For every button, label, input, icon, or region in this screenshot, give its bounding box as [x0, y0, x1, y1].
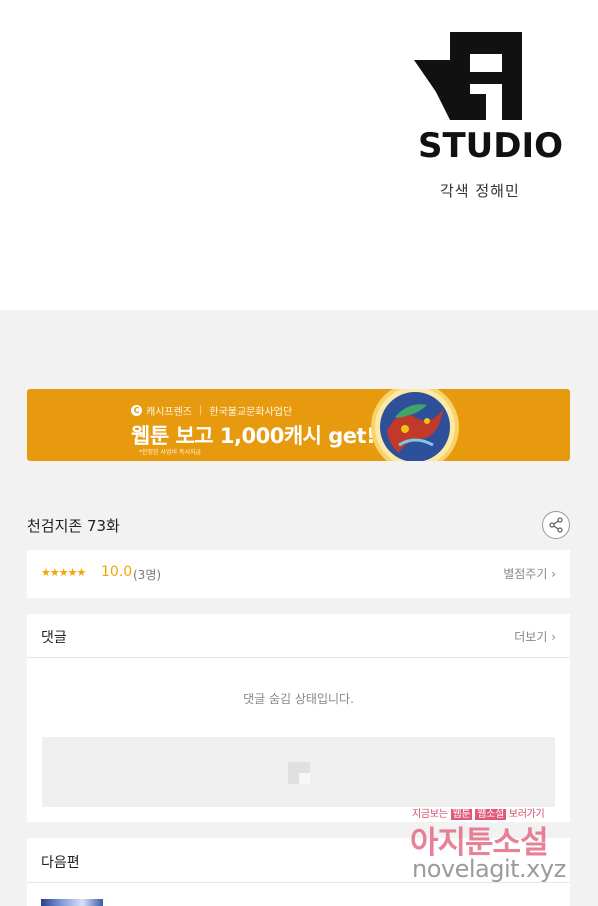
cash-friends-icon: C [131, 405, 142, 416]
banner-partner: 한국불교문화사업단 [209, 407, 293, 418]
rate-button[interactable]: 별점주기 › [503, 565, 556, 582]
studio-logo-text: STUDIO [418, 126, 564, 166]
episode-title-row: 천검지존 73화 [27, 510, 570, 540]
adaptation-credit: 각색 정해민 [440, 182, 520, 200]
rating-score: 10.0 [101, 564, 133, 580]
episode-end-artwork: STUDIO 각색 정해민 [0, 0, 598, 310]
image-placeholder-icon [288, 762, 310, 784]
share-button[interactable] [542, 511, 570, 539]
banner-brand-row: C 캐시프렌즈 | 한국불교문화사업단 [131, 403, 292, 418]
episode-title: 천검지존 73화 [27, 517, 120, 535]
rating-card: ★★★★★ 10.0 (3명) 별점주기 › [27, 550, 570, 598]
comments-header: 댓글 더보기 › [27, 614, 570, 658]
rating-count: (3명) [133, 568, 162, 582]
comments-more-link[interactable]: 더보기 › [514, 628, 556, 645]
banner-headline: 웹툰 보고 1,000캐시 get! [131, 424, 376, 448]
next-episode-title: 다음편 [41, 855, 80, 871]
promo-banner[interactable]: C 캐시프렌즈 | 한국불교문화사업단 웹툰 보고 1,000캐시 get! *… [27, 389, 570, 461]
next-episode-header: 다음편 [27, 838, 570, 883]
studio-logo-mark [414, 32, 522, 120]
next-episode-thumbnail[interactable] [41, 899, 103, 906]
comments-title: 댓글 [41, 630, 67, 646]
banner-brand: 캐시프렌즈 [146, 407, 192, 418]
ad-placeholder[interactable] [42, 737, 555, 807]
banner-fine-print: *한정된 사업비 즉시지급 [139, 449, 202, 456]
rating-stars: ★★★★★ [41, 566, 86, 579]
banner-divider: | [199, 405, 203, 416]
comments-hidden-message: 댓글 숨김 상태입니다. [243, 692, 354, 706]
comments-card: 댓글 더보기 › 댓글 숨김 상태입니다. [27, 614, 570, 822]
dragon-medallion-image [371, 389, 459, 461]
share-icon [549, 517, 563, 533]
next-episode-card[interactable]: 다음편 [27, 838, 570, 906]
